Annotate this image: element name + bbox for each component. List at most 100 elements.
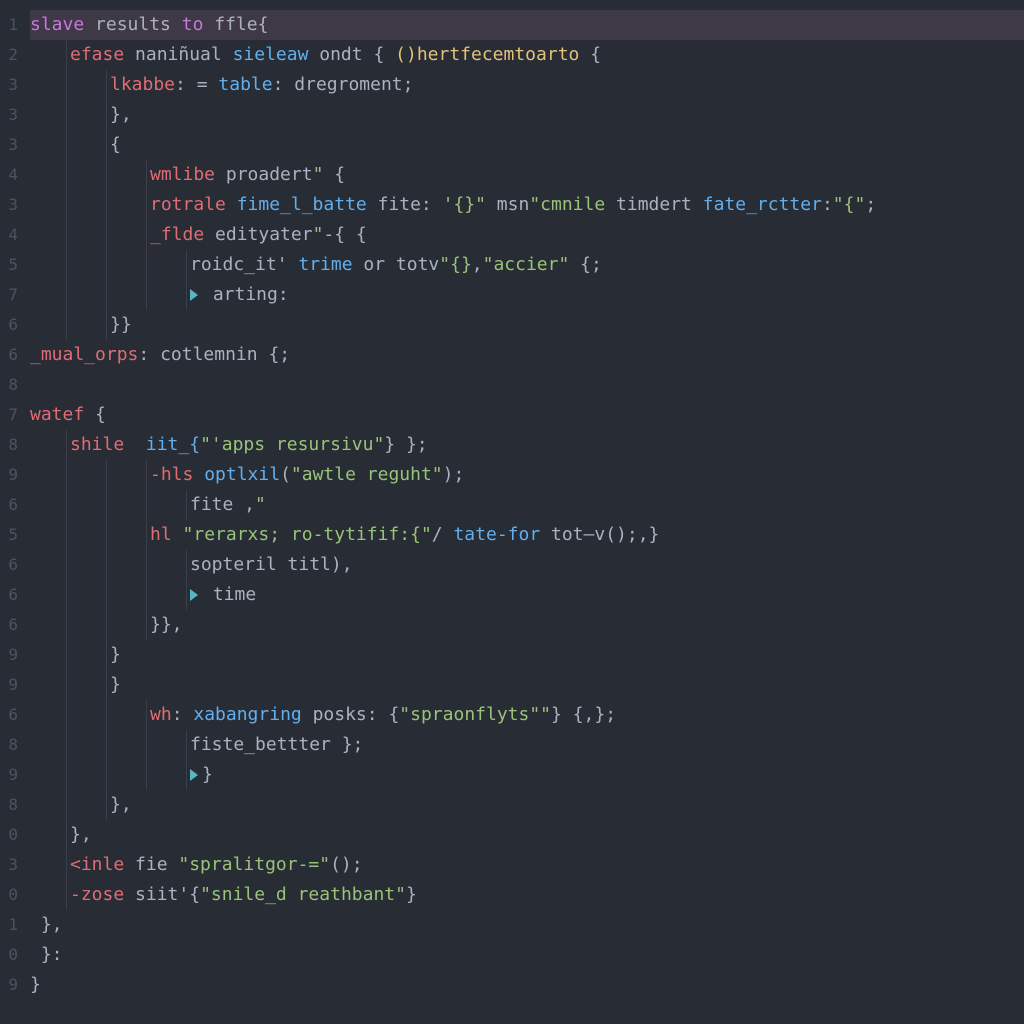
code-line[interactable]: arting:	[30, 280, 1024, 310]
token: },	[30, 914, 63, 935]
line-number-gutter: 123334345766878965666996898030109	[0, 0, 22, 1024]
indent-guide	[146, 190, 147, 220]
token: "{"	[833, 194, 866, 215]
token: '{}"	[443, 194, 486, 215]
line-number: 5	[0, 250, 18, 280]
code-line[interactable]: },	[30, 790, 1024, 820]
code-line[interactable]: }:	[30, 940, 1024, 970]
line-content: slave results to ffle{	[30, 14, 268, 35]
token: } };	[384, 434, 427, 455]
code-line[interactable]: },	[30, 100, 1024, 130]
code-line[interactable]: time	[30, 580, 1024, 610]
line-content: -zose siit'{"snile_d reathbant"}	[30, 884, 417, 905]
code-line[interactable]: fiste_bettter };	[30, 730, 1024, 760]
indent-guide	[66, 430, 67, 460]
code-area[interactable]: slave results to ffle{ efase naniñual sie…	[22, 0, 1024, 1024]
token: "'apps resursivu"	[200, 434, 384, 455]
indent-guide	[66, 220, 67, 250]
line-number: 6	[0, 580, 18, 610]
line-content: efase naniñual sieleaw ondt { ()hertfece…	[30, 44, 601, 65]
token: "accier"	[483, 254, 570, 275]
token: }	[110, 644, 121, 665]
indent-guide	[186, 580, 187, 610]
code-line[interactable]: <inle fie "spralitgor-="();	[30, 850, 1024, 880]
code-line[interactable]: efase naniñual sieleaw ondt { ()hertfece…	[30, 40, 1024, 70]
token: watef	[30, 404, 84, 425]
token: :	[273, 74, 295, 95]
token: "	[313, 224, 324, 245]
indent-guide	[146, 730, 147, 760]
code-line[interactable]: watef {	[30, 400, 1024, 430]
code-line[interactable]: wh: xabangring posks: {"spraonflyts""} {…	[30, 700, 1024, 730]
line-content: },	[30, 914, 63, 935]
code-line[interactable]: }	[30, 670, 1024, 700]
code-line[interactable]: },	[30, 820, 1024, 850]
indent-guide	[106, 670, 107, 700]
code-line[interactable]: }},	[30, 610, 1024, 640]
line-content: -hls optlxil("awtle reguht");	[30, 464, 464, 485]
indent-guide	[106, 760, 107, 790]
code-line[interactable]: {	[30, 130, 1024, 160]
code-line[interactable]: }}	[30, 310, 1024, 340]
line-number: 4	[0, 220, 18, 250]
indent-guide	[66, 160, 67, 190]
code-line[interactable]: -zose siit'{"snile_d reathbant"}	[30, 880, 1024, 910]
code-line[interactable]: shile iit_{"'apps resursivu"} };	[30, 430, 1024, 460]
line-number: 1	[0, 910, 18, 940]
code-line[interactable]: }	[30, 640, 1024, 670]
token: fite:	[367, 194, 443, 215]
line-content: lkabbe: = table: dregroment;	[30, 74, 413, 95]
token: ();	[330, 854, 363, 875]
code-line[interactable]: fite ,"	[30, 490, 1024, 520]
token: }	[110, 674, 121, 695]
indent-guide	[66, 490, 67, 520]
line-number: 8	[0, 370, 18, 400]
token: ;	[865, 194, 876, 215]
indent-guide	[106, 190, 107, 220]
code-line[interactable]: roidc_it' trime or totv"{},"accier" {;	[30, 250, 1024, 280]
token: {	[258, 14, 269, 35]
code-line[interactable]: }	[30, 970, 1024, 1000]
code-line[interactable]: lkabbe: = table: dregroment;	[30, 70, 1024, 100]
indent-guide	[106, 280, 107, 310]
code-line[interactable]: rotrale fime_l_batte fite: '{}" msn"cmni…	[30, 190, 1024, 220]
code-line[interactable]: _flde edityater"-{ {	[30, 220, 1024, 250]
indent-guide	[66, 250, 67, 280]
indent-guide	[106, 250, 107, 280]
indent-guide	[106, 310, 107, 340]
line-content: },	[30, 824, 92, 845]
code-editor[interactable]: 123334345766878965666996898030109 slave …	[0, 0, 1024, 1024]
token: "	[313, 164, 324, 185]
indent-guide	[186, 250, 187, 280]
code-line[interactable]: hl "rerarxs; ro-tytifif:{"/ tate-for tot…	[30, 520, 1024, 550]
token	[193, 464, 204, 485]
token: ,	[472, 254, 483, 275]
token: {	[373, 44, 395, 65]
code-line[interactable]: -hls optlxil("awtle reguht");	[30, 460, 1024, 490]
token: arting	[202, 284, 278, 305]
token: ffle	[203, 14, 257, 35]
token: wh	[150, 704, 172, 725]
code-line[interactable]: _mual_orps: cotlemnin {;	[30, 340, 1024, 370]
code-line[interactable]: slave results to ffle{	[30, 10, 1024, 40]
line-number: 1	[0, 10, 18, 40]
code-line[interactable]: }	[30, 760, 1024, 790]
line-number: 2	[0, 40, 18, 70]
token: trime	[298, 254, 352, 275]
code-line[interactable]: wmlibe proadert" {	[30, 160, 1024, 190]
code-line[interactable]: sopteril titl),	[30, 550, 1024, 580]
code-line[interactable]: },	[30, 910, 1024, 940]
line-content: {	[30, 134, 121, 155]
token: fate_rctter	[703, 194, 822, 215]
token: {	[189, 884, 200, 905]
indent-guide	[66, 40, 67, 70]
line-content: }	[30, 644, 121, 665]
token: _mual_orps	[30, 344, 138, 365]
indent-guide	[66, 280, 67, 310]
line-number: 6	[0, 490, 18, 520]
line-number: 6	[0, 340, 18, 370]
token: -hls	[150, 464, 193, 485]
code-line[interactable]	[30, 370, 1024, 400]
line-number: 3	[0, 130, 18, 160]
token: }},	[150, 614, 183, 635]
